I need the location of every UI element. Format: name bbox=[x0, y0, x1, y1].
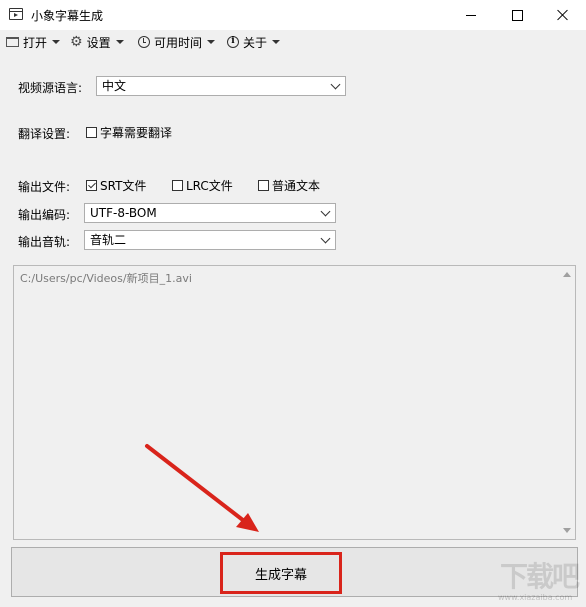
watermark-logo: 下载吧 bbox=[500, 560, 580, 593]
watermark-url: www.xiazaiba.com bbox=[498, 593, 573, 602]
arrow-shaft bbox=[145, 444, 250, 526]
annotation-arrow bbox=[145, 444, 259, 532]
